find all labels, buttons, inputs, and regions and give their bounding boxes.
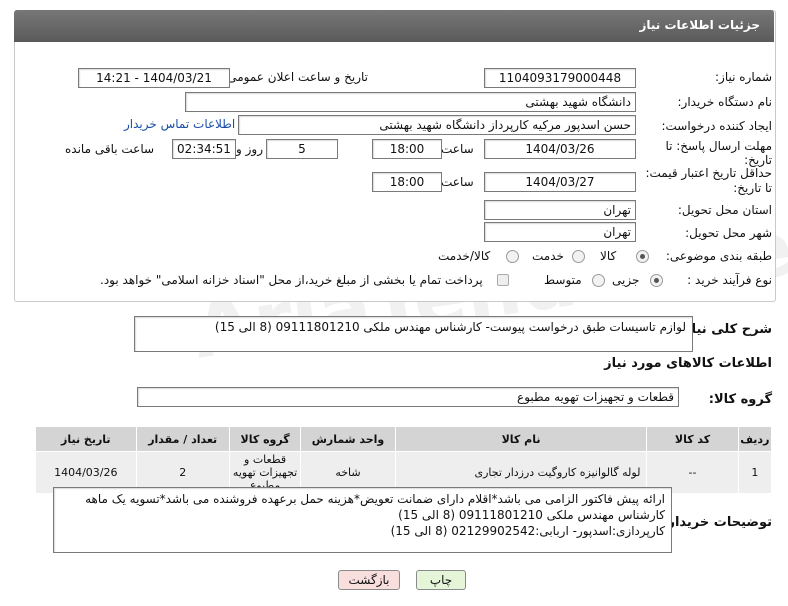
need-number-field[interactable]: 1104093179000448 — [484, 68, 636, 88]
process-radio-minor[interactable] — [650, 274, 663, 287]
reply-deadline-label-2: تاریخ: — [744, 153, 772, 167]
city-label: شهر محل تحویل: — [685, 226, 772, 240]
requester-field[interactable]: حسن اسدپور مرکیه کارپرداز دانشگاه شهید ب… — [238, 115, 636, 135]
province-field[interactable]: تهران — [484, 200, 636, 220]
treasury-payment-checkbox[interactable] — [497, 274, 509, 286]
category-service-label: خدمت — [532, 249, 564, 263]
goods-table: ردیف کد کالا نام کالا واحد شمارش گروه کا… — [35, 426, 773, 494]
reply-date-field[interactable]: 1404/03/26 — [484, 139, 636, 159]
page-title: جزئیات اطلاعات نیاز — [639, 18, 760, 32]
summary-textarea[interactable]: لوازم تاسیسات طبق درخواست پیوست- کارشناس… — [134, 316, 693, 352]
col-row: ردیف — [737, 426, 773, 452]
buyer-notes-textarea[interactable]: ارائه پیش فاکتور الزامی می باشد*اقلام دا… — [53, 487, 672, 553]
goods-table-header: ردیف کد کالا نام کالا واحد شمارش گروه کا… — [35, 426, 773, 452]
process-label: نوع فرآیند خرید : — [687, 273, 772, 287]
price-valid-time-label: ساعت — [441, 175, 474, 189]
process-radio-medium[interactable] — [592, 274, 605, 287]
category-radio-goods[interactable] — [636, 250, 649, 263]
payment-note: پرداخت تمام یا بخشی از مبلغ خرید،از محل … — [100, 273, 483, 287]
requester-label: ایجاد کننده درخواست: — [661, 119, 772, 133]
category-radio-service[interactable] — [572, 250, 585, 263]
process-minor-label: جزیی — [612, 273, 640, 287]
price-valid-label-2: تا تاریخ: — [733, 181, 772, 195]
province-label: استان محل تحویل: — [677, 203, 772, 217]
buyer-notes-line-1: ارائه پیش فاکتور الزامی می باشد*اقلام دا… — [85, 492, 665, 506]
buyer-notes-label: توضیحات خریدار: — [662, 515, 772, 530]
category-goods-label: کالا — [600, 249, 617, 263]
buyer-notes-line-3: کارپردازی:اسدپور- اربابی:02129902542 (8 … — [390, 524, 665, 538]
buyer-notes-line-2: کارشناس مهندس ملکی 09111801210 (8 الی 15… — [398, 508, 665, 522]
panel-header: جزئیات اطلاعات نیاز — [14, 10, 774, 42]
col-qty: تعداد / مقدار — [135, 426, 230, 452]
cell-row: 1 — [737, 451, 773, 494]
col-group: گروه کالا — [228, 426, 302, 452]
days-label: روز و — [236, 142, 263, 156]
back-button[interactable]: بازگشت — [338, 570, 400, 590]
category-label: طبقه بندی موضوعی: — [665, 249, 772, 263]
process-medium-label: متوسط — [544, 273, 582, 287]
buyer-org-field[interactable]: دانشگاه شهید بهشتی — [185, 92, 636, 112]
col-date: تاریخ نیاز — [35, 426, 137, 452]
buyer-org-label: نام دستگاه خریدار: — [677, 95, 773, 109]
goods-group-label: گروه کالا: — [708, 392, 772, 407]
city-field[interactable]: تهران — [484, 222, 636, 242]
price-valid-label: حداقل تاریخ اعتبار قیمت: — [645, 166, 772, 180]
remaining-time-field[interactable]: 02:34:51 — [172, 139, 236, 159]
days-field[interactable]: 5 — [266, 139, 338, 159]
need-number-label: شماره نیاز: — [715, 70, 772, 84]
col-name: نام کالا — [394, 426, 648, 452]
price-valid-time-field[interactable]: 18:00 — [372, 172, 442, 192]
reply-deadline-label: مهلت ارسال پاسخ: تا — [665, 139, 772, 153]
col-code: کد کالا — [646, 426, 739, 452]
contact-info-link[interactable]: اطلاعات تماس خریدار — [124, 117, 235, 131]
category-radio-both[interactable] — [506, 250, 519, 263]
announce-field[interactable]: 1404/03/21 - 14:21 — [78, 68, 230, 88]
announce-label: تاریخ و ساعت اعلان عمومی: — [223, 70, 368, 84]
category-both-label: کالا/خدمت — [438, 249, 491, 263]
col-unit: واحد شمارش — [300, 426, 396, 452]
goods-group-field[interactable]: قطعات و تجهیزات تهویه مطبوع — [137, 387, 679, 407]
remaining-label: ساعت باقی مانده — [65, 142, 155, 156]
goods-section-title: اطلاعات کالاهای مورد نیاز — [604, 356, 772, 371]
price-valid-date-field[interactable]: 1404/03/27 — [484, 172, 636, 192]
reply-time-field[interactable]: 18:00 — [372, 139, 442, 159]
print-button[interactable]: چاپ — [416, 570, 466, 590]
reply-time-label: ساعت — [441, 142, 474, 156]
